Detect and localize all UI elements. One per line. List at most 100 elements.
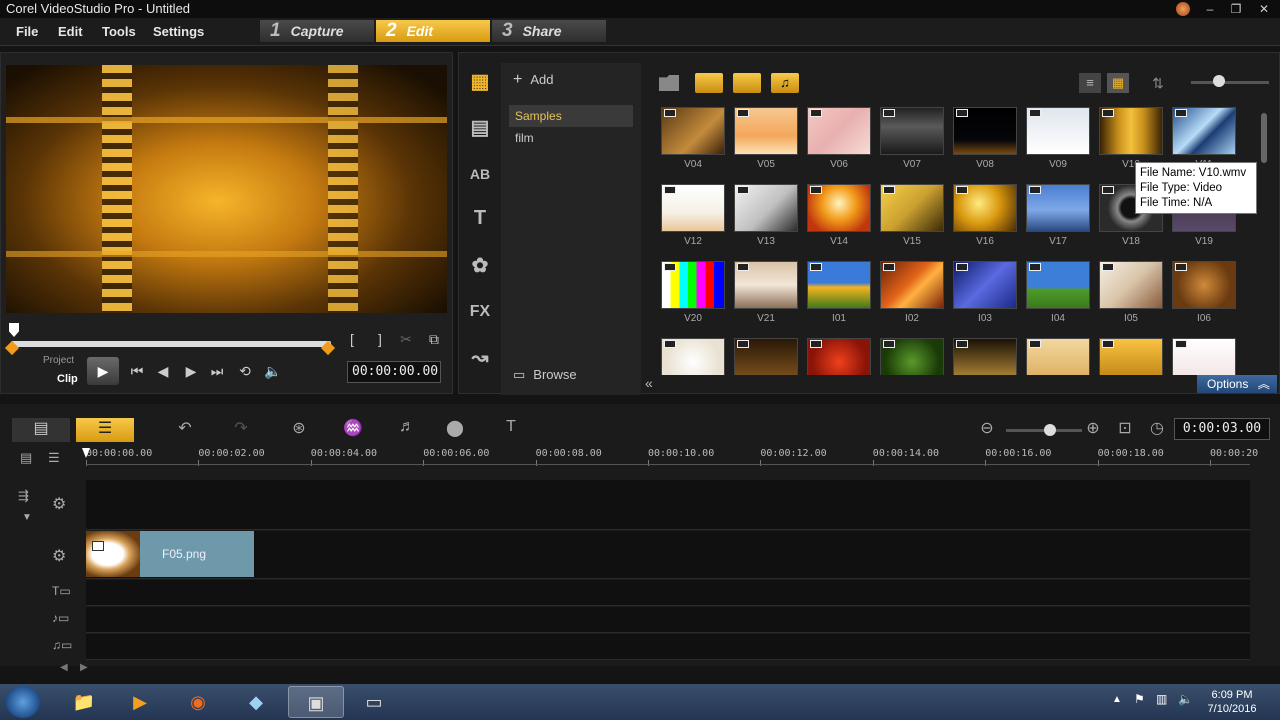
library-thumbnail[interactable] (1170, 336, 1238, 375)
auto-music-icon[interactable]: ♬ (394, 418, 420, 442)
menu-file[interactable]: File (16, 24, 38, 39)
menu-settings[interactable]: Settings (153, 24, 204, 39)
explorer-taskbar-icon[interactable]: 📁 (56, 686, 112, 718)
library-thumbnail[interactable]: V04 (659, 105, 727, 183)
project-duration[interactable]: 0:00:03.00 (1174, 418, 1270, 440)
sort-icon[interactable]: ⇅ (1147, 73, 1169, 93)
firefox-taskbar-icon[interactable]: ◉ (170, 686, 226, 718)
sound-mixer-icon[interactable]: ♒ (340, 418, 366, 442)
home-icon[interactable]: ⏮ (127, 363, 147, 380)
minimize-button[interactable]: – (1196, 0, 1224, 18)
tray-expand-icon[interactable]: ▲ (1112, 694, 1122, 705)
folder-samples[interactable]: Samples (509, 105, 633, 127)
music-track-icon[interactable]: ♫▭ (52, 638, 72, 652)
overlay-track[interactable] (86, 531, 1250, 579)
app-taskbar-icon[interactable]: ◆ (228, 686, 284, 718)
library-thumbnail[interactable]: V20 (659, 259, 727, 337)
library-thumbnail[interactable]: V12 (659, 182, 727, 260)
show-photos-icon[interactable] (733, 73, 761, 93)
title-track[interactable] (86, 580, 1250, 606)
library-thumbnail[interactable]: V07 (878, 105, 946, 183)
path-icon[interactable]: ↝ (467, 345, 493, 371)
library-thumbnail[interactable]: V16 (951, 182, 1019, 260)
browse-button[interactable]: ▭ Browse (513, 367, 577, 383)
media-player-taskbar-icon[interactable]: ▶ (112, 686, 168, 718)
undo-icon[interactable]: ↶ (172, 418, 198, 442)
library-scrollbar[interactable] (1261, 113, 1267, 163)
step-share[interactable]: 3 Share (492, 20, 606, 42)
timeline-scroll-right-icon[interactable]: ▶ (80, 662, 88, 673)
overlay-clip[interactable]: F05.png (86, 531, 254, 577)
playhead-handle[interactable] (9, 323, 19, 337)
action-center-icon[interactable]: ⚑ (1134, 692, 1145, 706)
enlarge-preview-icon[interactable]: ⧉ (425, 331, 443, 348)
media-icon[interactable]: ▦ (467, 69, 493, 95)
subtitle-editor-icon[interactable]: T (498, 418, 524, 442)
graphic-icon[interactable]: ✿ (467, 253, 493, 279)
project-mode-label[interactable]: Project (43, 355, 74, 366)
next-frame-icon[interactable]: ▶ (181, 363, 201, 380)
app-globe-icon[interactable] (1176, 2, 1190, 16)
scrub-bar[interactable] (11, 341, 331, 347)
maximize-button[interactable]: ❐ (1222, 0, 1250, 18)
library-thumbnail[interactable] (805, 336, 873, 375)
transition-icon[interactable]: AB (467, 161, 493, 187)
mark-in-button[interactable]: [ (345, 331, 359, 347)
folder-film[interactable]: film (509, 127, 633, 149)
library-thumbnail[interactable] (732, 336, 800, 375)
timeline-scroll-left-icon[interactable]: ◀ (60, 662, 68, 673)
start-button[interactable] (6, 686, 40, 718)
record-capture-icon[interactable]: ⊛ (286, 418, 312, 442)
instant-project-icon[interactable]: ▤ (467, 115, 493, 141)
library-thumbnail[interactable] (1097, 336, 1165, 375)
collapse-library-icon[interactable]: « (645, 375, 659, 391)
library-thumbnail[interactable]: V06 (805, 105, 873, 183)
library-thumbnail[interactable]: V05 (732, 105, 800, 183)
volume-tray-icon[interactable]: 🔈 (1178, 692, 1193, 706)
voice-track-icon[interactable]: ♪▭ (52, 611, 69, 625)
library-thumbnail[interactable] (659, 336, 727, 375)
redo-icon[interactable]: ↷ (228, 418, 254, 442)
library-thumbnail[interactable]: V08 (951, 105, 1019, 183)
library-thumbnail[interactable]: I03 (951, 259, 1019, 337)
library-thumbnail[interactable]: V15 (878, 182, 946, 260)
mark-out-button[interactable]: ] (373, 331, 387, 347)
end-icon[interactable]: ⏭ (207, 363, 227, 380)
motion-tracking-icon[interactable]: ⬤ (442, 418, 468, 442)
track-manager-icon[interactable]: ▤ (20, 450, 40, 466)
filter-icon[interactable]: FX (467, 299, 493, 325)
volume-icon[interactable]: 🔈 (263, 363, 283, 380)
videostudio-taskbar-icon[interactable]: ▣ (288, 686, 344, 718)
folder-open-icon[interactable] (659, 75, 679, 91)
network-icon[interactable]: ▥ (1156, 692, 1167, 706)
thumbnail-size-slider[interactable] (1191, 81, 1269, 84)
library-thumbnail[interactable]: V14 (805, 182, 873, 260)
system-clock[interactable]: 6:09 PM 7/10/2016 (1200, 688, 1264, 716)
library-thumbnail[interactable] (951, 336, 1019, 375)
video-track[interactable] (86, 480, 1250, 530)
voice-track[interactable] (86, 607, 1250, 633)
library-thumbnail[interactable] (878, 336, 946, 375)
repeat-icon[interactable]: ⟲ (235, 363, 255, 380)
library-thumbnail[interactable]: V13 (732, 182, 800, 260)
clip-mode-label[interactable]: Clip (57, 373, 78, 385)
library-thumbnail[interactable]: I06 (1170, 259, 1238, 337)
library-thumbnail[interactable]: I05 (1097, 259, 1165, 337)
options-button[interactable]: Options ︽ (1197, 375, 1277, 393)
ripple-editing-icon[interactable]: ⇶ (18, 488, 29, 504)
zoom-slider-handle[interactable] (1044, 424, 1056, 436)
library-thumbnail[interactable]: V21 (732, 259, 800, 337)
zoom-out-icon[interactable]: ⊖ (974, 418, 1000, 442)
timeline-view-icon[interactable]: ☰ (76, 418, 134, 442)
preview-window[interactable] (6, 65, 447, 313)
library-thumbnail[interactable]: I02 (878, 259, 946, 337)
close-button[interactable]: ✕ (1250, 0, 1278, 18)
storyboard-view-icon[interactable]: ▤ (12, 418, 70, 442)
library-thumbnail[interactable]: V17 (1024, 182, 1092, 260)
screen-recorder-taskbar-icon[interactable]: ▭ (346, 686, 402, 718)
step-edit[interactable]: 2 Edit (376, 20, 490, 42)
fit-project-icon[interactable]: ⊡ (1112, 418, 1138, 442)
library-thumbnail[interactable]: V09 (1024, 105, 1092, 183)
show-videos-icon[interactable] (695, 73, 723, 93)
track-expand-icon[interactable]: ▼ (22, 512, 32, 523)
